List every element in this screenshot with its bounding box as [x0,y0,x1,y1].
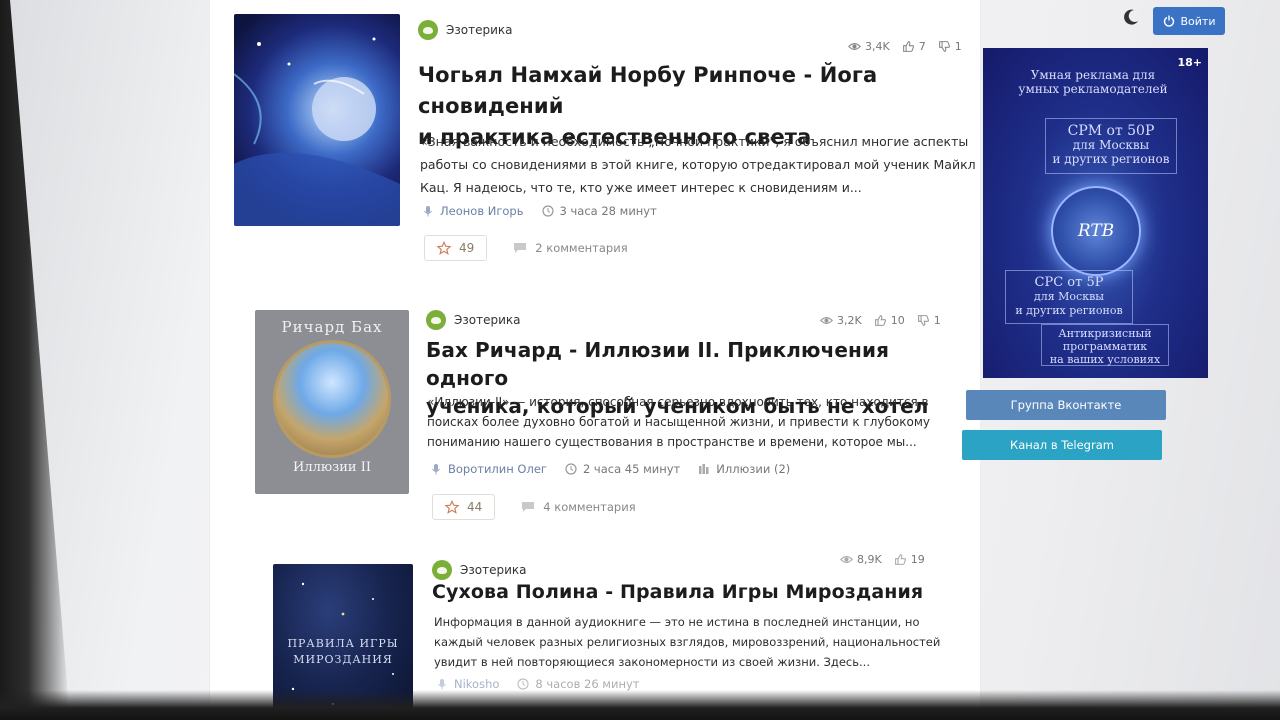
likes-stat[interactable]: 7 [902,40,926,53]
post-author[interactable]: Леонов Игорь [422,204,524,218]
ad-cpc-box: CPC от 5Р для Москвы и других регионов [1005,270,1133,324]
post-list: Эзотерика 3,4K 7 1 Чогьял Намхай Норбу Р… [210,0,980,720]
post-description: «Иллюзии-II» — история, способная серьез… [427,395,930,449]
star-icon [445,500,459,514]
likes-stat[interactable]: 19 [894,553,925,566]
post-card: Эзотерика 3,4K 7 1 Чогьял Намхай Норбу Р… [210,0,980,280]
comment-icon [522,502,535,512]
dislikes-stat[interactable]: 1 [938,40,962,53]
post-card: Ричард Бах Иллюзии II Эзотерика 3,2K 10 [210,290,980,550]
eye-icon [848,43,861,50]
microphone-icon [438,679,446,690]
views-stat: 3,2K [820,314,862,327]
post-duration: 3 часа 28 минут [541,204,657,218]
category-icon [418,20,438,40]
post-author[interactable]: Воротилин Олег [430,462,547,476]
post-cover-image[interactable] [234,14,400,226]
comment-icon [514,243,527,253]
cover-art [234,37,400,226]
post-meta: Nikosho 8 часов 26 минут [436,677,639,691]
eye-icon [820,317,833,324]
ad-cpm-box: CPM от 50Р для Москвы и других регионов [1045,118,1177,174]
post-duration: 8 часов 26 минут [517,677,639,691]
post-description: Информация в данной аудиокниге — это не … [434,615,941,669]
post-actions: 49 2 комментария [424,235,628,261]
cover-title-text: Иллюзии II [293,460,371,475]
category-label: Эзотерика [446,23,513,37]
ad-headline: Умная реклама для умных рекламодателей [1018,68,1168,96]
star-icon [437,241,451,255]
favorite-button[interactable]: 49 [424,235,488,261]
clock-icon [541,205,554,217]
post-description: «Зная важность и необходимость „Ночной п… [420,134,976,195]
power-icon [1163,15,1174,27]
post-series[interactable]: Иллюзии (2) [698,462,790,476]
moon-icon[interactable] [1122,8,1140,26]
monitor-bezel-bottom [0,690,1280,720]
cover-art [273,340,391,458]
post-category[interactable]: Эзотерика [418,20,513,40]
category-label: Эзотерика [460,563,527,577]
microphone-icon [424,206,432,217]
views-stat: 8,9K [840,553,882,566]
post-category[interactable]: Эзотерика [432,560,527,580]
post-meta: Воротилин Олег 2 часа 45 минут Иллюзии (… [430,462,790,476]
age-rating: 18+ [1177,56,1202,69]
books-icon [699,464,709,474]
microphone-icon [432,464,440,475]
dislikes-stat[interactable]: 1 [917,314,941,327]
favorite-button[interactable]: 44 [432,494,496,520]
thumbs-up-icon [902,41,914,52]
clock-icon [565,463,577,475]
monitor-bezel [0,0,70,720]
post-stats: 8,9K 19 [840,553,925,566]
views-stat: 3,4K [848,40,890,53]
screen: Эзотерика 3,4K 7 1 Чогьял Намхай Норбу Р… [0,0,1280,720]
post-title[interactable]: Сухова Полина - Правила Игры Мироздания [432,578,972,606]
post-actions: 44 4 комментария [432,494,636,520]
category-icon [426,310,446,330]
thumbs-down-icon [938,41,950,52]
post-stats: 3,2K 10 1 [820,314,941,327]
cover-author-text: Ричард Бах [281,318,383,336]
category-icon [432,560,452,580]
post-duration: 2 часа 45 минут [565,462,680,476]
comments-link[interactable]: 4 комментария [521,500,636,514]
comments-link[interactable]: 2 комментария [513,241,628,255]
ad-anti-box: Антикризисный программатик на ваших усло… [1041,324,1169,366]
vk-group-button[interactable]: Группа Вконтакте [966,390,1166,420]
clock-icon [517,678,530,690]
post-category[interactable]: Эзотерика [426,310,521,330]
telegram-channel-button[interactable]: Канал в Telegram [962,430,1162,460]
thumbs-down-icon [917,315,929,326]
post-stats: 3,4K 7 1 [848,40,962,53]
likes-stat[interactable]: 10 [874,314,905,327]
thumbs-up-icon [894,554,906,565]
thumbs-up-icon [874,315,886,326]
category-label: Эзотерика [454,313,521,327]
post-author[interactable]: Nikosho [436,677,499,691]
post-cover-image[interactable]: Ричард Бах Иллюзии II [255,310,409,494]
ad-rtb-circle: RTB [1051,186,1141,276]
post-meta: Леонов Игорь 3 часа 28 минут [422,204,657,218]
eye-icon [840,556,853,563]
ad-banner[interactable]: 18+ Умная реклама для умных рекламодател… [983,48,1208,378]
login-button[interactable]: Войти [1153,7,1225,35]
